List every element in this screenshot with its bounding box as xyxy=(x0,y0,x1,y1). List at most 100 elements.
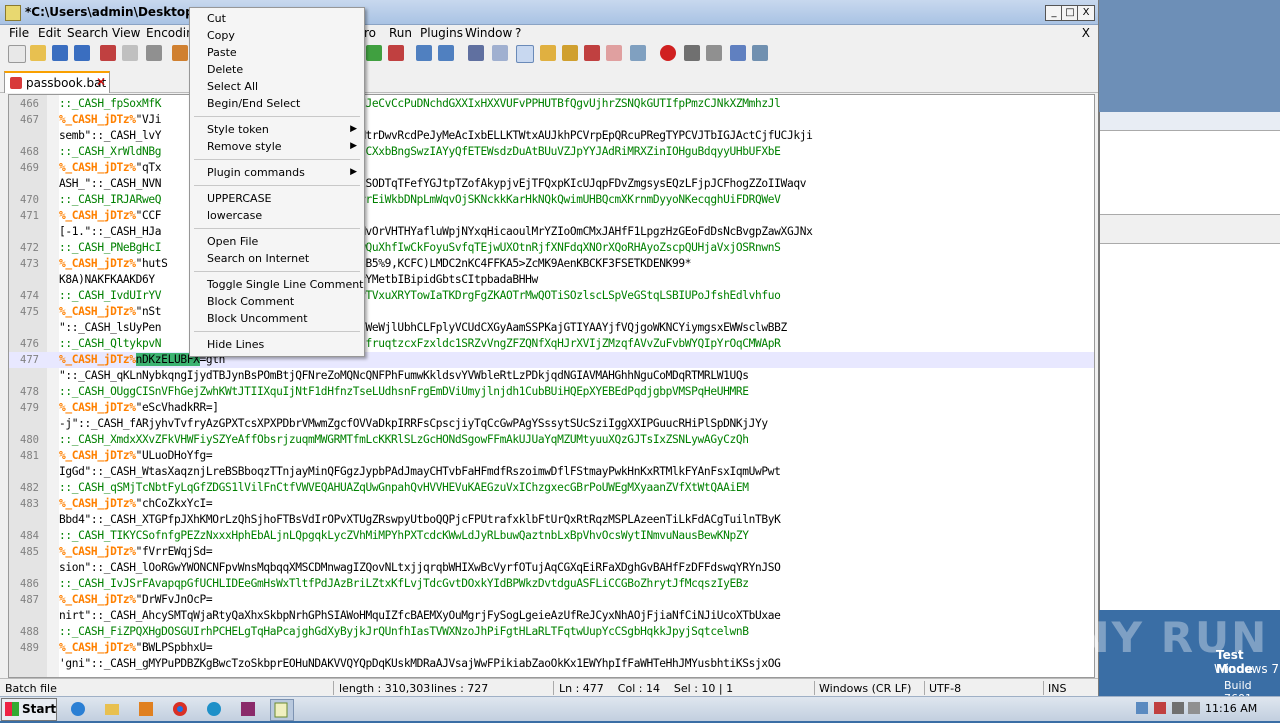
menu-item-plugin-commands[interactable]: Plugin commands xyxy=(207,166,305,179)
monitoring-icon[interactable] xyxy=(630,45,646,61)
background-window-titlebar[interactable] xyxy=(1100,112,1280,131)
menu-macro[interactable]: ro xyxy=(364,26,376,40)
menu-view[interactable]: View xyxy=(112,26,140,40)
folder-workspace-icon[interactable] xyxy=(606,45,622,61)
edge-taskbar-icon[interactable] xyxy=(204,699,226,719)
code-line[interactable]: 471 %_CASH_jDTz%"CCF xyxy=(9,208,1094,224)
menu-item-toggle-comment[interactable]: Toggle Single Line Comment xyxy=(207,278,364,291)
code-line[interactable]: 489 %_CASH_jDTz%"BWLPSpbhxU= xyxy=(9,640,1094,656)
tab-passbook[interactable]: passbook.bat ✕ xyxy=(4,71,110,93)
show-all-chars-icon[interactable] xyxy=(492,45,508,61)
tab-close-icon[interactable]: ✕ xyxy=(96,75,106,89)
media-player-taskbar-icon[interactable] xyxy=(136,699,158,719)
menu-edit[interactable]: Edit xyxy=(38,26,61,40)
code-line[interactable]: 483 %_CASH_jDTz%"chCoZkxYcI= xyxy=(9,496,1094,512)
menu-item-open-file[interactable]: Open File xyxy=(207,235,258,248)
menu-item-uppercase[interactable]: UPPERCASE xyxy=(207,192,272,205)
menu-search[interactable]: Search xyxy=(67,26,108,40)
zoom-in-icon[interactable] xyxy=(366,45,382,61)
zoom-out-icon[interactable] xyxy=(388,45,404,61)
tray-volume-icon[interactable] xyxy=(1172,702,1184,714)
code-line[interactable]: 472::_CASH_PNeBgHcI hNmswQuXhfIwCkFoyuSv… xyxy=(9,240,1094,256)
menu-item-delete[interactable]: Delete xyxy=(207,63,243,76)
code-line[interactable]: 488::_CASH_FiZPQXHgDOSGUIrhPCHELgTqHaPca… xyxy=(9,624,1094,640)
tray-security-icon[interactable] xyxy=(1154,702,1166,714)
notepadpp-taskbar-icon[interactable] xyxy=(270,699,294,721)
winrar-taskbar-icon[interactable] xyxy=(238,699,260,719)
code-line[interactable]: 481 %_CASH_jDTz%"ULuoDHoYfg= xyxy=(9,448,1094,464)
save-icon[interactable] xyxy=(52,45,68,61)
code-line[interactable]: semb"::_CASH_lvY lsLxMtrDwvRcdPeJyMeAcIx… xyxy=(9,128,1094,144)
new-file-icon[interactable] xyxy=(8,45,26,63)
stop-macro-icon[interactable] xyxy=(684,45,700,61)
run-macro-multiple-icon[interactable] xyxy=(730,45,746,61)
save-all-icon[interactable] xyxy=(74,45,90,61)
code-line[interactable]: K8A)NAKFKAAKD6Y 9cK9AsrYMetbIBipidGbtsCI… xyxy=(9,272,1094,288)
ie-taskbar-icon[interactable] xyxy=(68,699,90,719)
menu-item-search-internet[interactable]: Search on Internet xyxy=(207,252,309,265)
code-line[interactable]: 485 %_CASH_jDTz%"fVrrEWqjSd= xyxy=(9,544,1094,560)
menu-item-copy[interactable]: Copy xyxy=(207,29,235,42)
menu-run[interactable]: Run xyxy=(389,26,412,40)
open-file-icon[interactable] xyxy=(30,45,46,61)
close-all-icon[interactable] xyxy=(122,45,138,61)
code-line[interactable]: 466::_CASH_fpSoxMfK kKhAHJeCvCcPuDNchdGX… xyxy=(9,96,1094,112)
code-line[interactable]: 469 %_CASH_jDTz%"qTx xyxy=(9,160,1094,176)
code-line[interactable]: [-1."::_CASH_HJa CLWLMvOrVHTHYafluWpjNYx… xyxy=(9,224,1094,240)
code-line[interactable]: 487 %_CASH_jDTz%"DrWFvJnOcP= xyxy=(9,592,1094,608)
menu-item-block-uncomment[interactable]: Block Uncomment xyxy=(207,312,308,325)
udl-icon[interactable] xyxy=(540,45,556,61)
sync-vertical-icon[interactable] xyxy=(416,45,432,61)
code-line[interactable]: "::_CASH_lsUyPen cCPeYWeWjlUbhCLFplyVCUd… xyxy=(9,320,1094,336)
code-line[interactable]: 475 %_CASH_jDTz%"nSt xyxy=(9,304,1094,320)
code-line[interactable]: "::_CASH_qKLnNybkqngIjydTBJynBsPOmBtjQFN… xyxy=(9,368,1094,384)
code-line[interactable]: 470::_CASH_IRJARweQ OPPsrrEiWkbDNpLmWqvO… xyxy=(9,192,1094,208)
code-line[interactable]: 479 %_CASH_jDTz%"eScVhadkRR=] xyxy=(9,400,1094,416)
play-macro-icon[interactable] xyxy=(706,45,722,61)
code-line[interactable]: 484::_CASH_TIKYCSofnfgPEZzNxxxHphEbALjnL… xyxy=(9,528,1094,544)
menu-file[interactable]: File xyxy=(9,26,29,40)
editor[interactable]: 466::_CASH_fpSoxMfK kKhAHJeCvCcPuDNchdGX… xyxy=(8,94,1095,678)
tray-flag-icon[interactable] xyxy=(1188,702,1200,714)
code-line[interactable]: 474::_CASH_IvdUIrYV ovuIPTVxuXRYTowIaTKD… xyxy=(9,288,1094,304)
code-line[interactable]: 477 %_CASH_jDTz%nDKzELUBFX=gth xyxy=(9,352,1094,368)
doc-map-icon[interactable] xyxy=(562,45,578,61)
code-line[interactable]: 476::_CASH_QltykpvN NY1ECfruqtzcxFzxldc1… xyxy=(9,336,1094,352)
save-macro-icon[interactable] xyxy=(752,45,768,61)
code-line[interactable]: ASH_"::_CASH_NVN ZKKziSODTqTFefYGJtpTZof… xyxy=(9,176,1094,192)
start-button[interactable]: Start xyxy=(1,698,57,721)
menu-item-select-all[interactable]: Select All xyxy=(207,80,258,93)
menu-item-block-comment[interactable]: Block Comment xyxy=(207,295,294,308)
function-list-icon[interactable] xyxy=(584,45,600,61)
explorer-taskbar-icon[interactable] xyxy=(102,699,124,719)
word-wrap-icon[interactable] xyxy=(468,45,484,61)
record-macro-icon[interactable] xyxy=(660,45,676,61)
code-line[interactable]: sion"::_CASH_lOoRGwYWONCNFpvWnsMqbqqXMSC… xyxy=(9,560,1094,576)
code-line[interactable]: 473 %_CASH_jDTz%"hutS 4kKCFYkBSB5%9,KCFC)… xyxy=(9,256,1094,272)
menu-item-lowercase[interactable]: lowercase xyxy=(207,209,262,222)
menu-help[interactable]: ? xyxy=(515,26,521,40)
menu-item-cut[interactable]: Cut xyxy=(207,12,226,25)
code-line[interactable]: nirt"::_CASH_AhcySMTqWjaRtyQaXhxSkbpNrhG… xyxy=(9,608,1094,624)
code-line[interactable]: IgGd"::_CASH_WtasXaqznjLreBSBboqzTTnjayM… xyxy=(9,464,1094,480)
menu-item-hide-lines[interactable]: Hide Lines xyxy=(207,338,264,351)
code-line[interactable]: 'gni"::_CASH_gMYPuPDBZKgBwcTzoSkbprEOHuN… xyxy=(9,656,1094,672)
background-window-panel[interactable] xyxy=(1099,112,1280,610)
code-line[interactable]: 482::_CASH_qSMjTcNbtFyLqGfZDGS1lVilFnCtf… xyxy=(9,480,1094,496)
code-line[interactable]: 480::_CASH_XmdxXXvZFkVHWFiySZYeAffObsrjz… xyxy=(9,432,1094,448)
close-button[interactable]: X xyxy=(1077,5,1095,21)
code-line[interactable]: 467 %_CASH_jDTz%"VJi xyxy=(9,112,1094,128)
sync-horizontal-icon[interactable] xyxy=(438,45,454,61)
menu-window[interactable]: Window xyxy=(465,26,512,40)
close-document-button[interactable]: X xyxy=(1082,26,1090,40)
menu-item-paste[interactable]: Paste xyxy=(207,46,237,59)
cut-icon[interactable] xyxy=(172,45,188,61)
indent-guide-icon[interactable] xyxy=(516,45,534,63)
print-icon[interactable] xyxy=(146,45,162,61)
menu-item-style-token[interactable]: Style token xyxy=(207,123,269,136)
close-file-icon[interactable] xyxy=(100,45,116,61)
code-line[interactable]: Bbd4"::_CASH_XTGPfpJXhKMOrLzQhSjhoFTBsVd… xyxy=(9,512,1094,528)
title-bar[interactable]: *C:\Users\admin\Desktop\pa _ □ X xyxy=(0,0,1098,25)
menu-item-remove-style[interactable]: Remove style xyxy=(207,140,282,153)
code-line[interactable]: 486::_CASH_IvJSrFAvapqpGfUCHLIDEeGmHsWxT… xyxy=(9,576,1094,592)
